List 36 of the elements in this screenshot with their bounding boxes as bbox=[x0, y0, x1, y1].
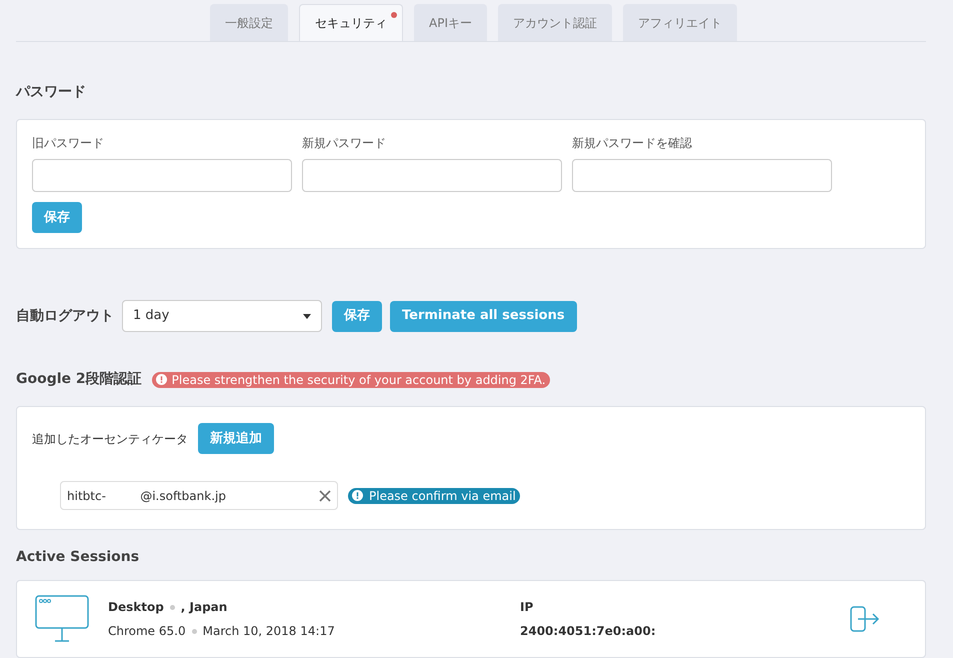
logout-select[interactable]: 1 day bbox=[122, 300, 322, 332]
field-label: 新規パスワード bbox=[302, 135, 387, 152]
tab[interactable]: セキュリティ bbox=[299, 4, 403, 41]
session-date: March 10, 2018 14:17 bbox=[202, 623, 335, 640]
save-button[interactable]: 保存 bbox=[332, 300, 382, 332]
section-title: Google 2段階認証 bbox=[16, 370, 142, 389]
logout-icon[interactable] bbox=[850, 605, 880, 633]
password-field[interactable] bbox=[302, 159, 562, 192]
status-badge: Please confirm via email bbox=[348, 488, 520, 504]
field-label: 旧パスワード bbox=[32, 135, 105, 152]
ip-address: 2400:4051:7e0:a00: bbox=[520, 623, 657, 640]
terminate-button[interactable]: Terminate all sessions bbox=[390, 300, 577, 332]
browser-name: Chrome 65.0 bbox=[108, 623, 186, 640]
section-title: パスワード bbox=[16, 83, 87, 102]
tab[interactable]: アカウント認証 bbox=[498, 4, 612, 41]
field-label: 追加したオーセンティケータ bbox=[32, 430, 188, 448]
add-button[interactable]: 新規追加 bbox=[198, 423, 274, 454]
tab[interactable]: アフィリエイト bbox=[622, 4, 737, 41]
save-button[interactable]: 保存 bbox=[32, 202, 82, 233]
caret-icon bbox=[303, 314, 311, 318]
alert-icon bbox=[352, 490, 363, 501]
password-field[interactable] bbox=[572, 159, 832, 192]
section-title: Active Sessions bbox=[16, 548, 140, 567]
password-field[interactable] bbox=[32, 159, 292, 192]
authenticator-field[interactable]: hitbtc- @i.softbank.jp bbox=[60, 481, 338, 510]
tab[interactable]: APIキー bbox=[414, 4, 487, 41]
tab[interactable]: 一般設定 bbox=[210, 4, 288, 41]
monitor-icon bbox=[35, 595, 91, 643]
warning-badge: Please strengthen the security of your account by adding 2FA. bbox=[152, 372, 550, 388]
field-label: 新規パスワードを確認 bbox=[572, 135, 693, 152]
ip-label: IP bbox=[520, 599, 534, 616]
close-icon[interactable] bbox=[319, 490, 331, 502]
device-name: Desktop bbox=[108, 599, 164, 616]
session-location: , Japan bbox=[180, 599, 228, 616]
field-label: 自動ログアウト bbox=[16, 306, 114, 326]
alert-icon bbox=[156, 374, 167, 385]
